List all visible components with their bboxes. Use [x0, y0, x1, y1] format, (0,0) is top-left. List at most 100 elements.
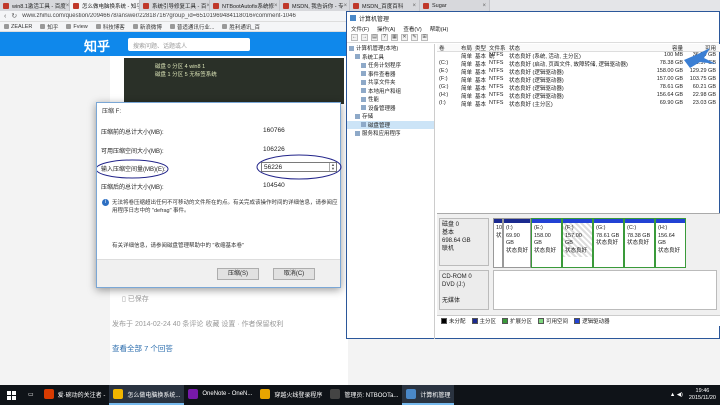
column-header[interactable]: 卷 [437, 44, 461, 51]
tree-item[interactable]: 性能 [347, 95, 434, 104]
table-row[interactable]: 简单基本NTFS状态良好 (系统, 活动, 主分区)100 MB36.59 GB [437, 52, 720, 60]
column-header[interactable]: 状态 [509, 44, 649, 51]
tree-item[interactable]: 服务和应用程序 [347, 129, 434, 138]
partition-block[interactable]: (E:) 158.00 GB 状态良好 [531, 218, 562, 268]
disk0-label[interactable]: 磁盘 0 基本 698.64 GB 联机 [439, 218, 489, 266]
table-row[interactable]: (I:) 简单 基本 NTFS 状态良好 (主分区) 69.90 GB 23.03 GB [437, 100, 720, 108]
browser-tab[interactable]: NTBootAutofix系统修 × [210, 0, 280, 11]
taskbar-item[interactable]: OneNote - OneN... [184, 385, 256, 405]
column-header[interactable]: 文件系统 [489, 44, 509, 60]
toolbar-button-icon[interactable]: ▦ [391, 34, 398, 41]
partition-block[interactable]: (C:) 78.38 GB 状态良好 [624, 218, 655, 268]
view-all-answers-link[interactable]: 查看全部 7 个回答 [112, 343, 173, 354]
tree-item[interactable]: 事件查看器 [347, 70, 434, 79]
partition-block[interactable]: (H:) 156.64 GB 状态良好 [655, 218, 686, 268]
tab-label: NTBootAutofix系统修 [222, 3, 274, 10]
back-icon[interactable]: ‹ [4, 13, 6, 20]
tree-item[interactable]: 共享文件夹 [347, 78, 434, 87]
taskbar-item[interactable]: 计算机管理 [402, 385, 455, 405]
toolbar-button-icon[interactable]: → [361, 34, 368, 41]
tree-item[interactable]: 系统工具 [347, 53, 434, 62]
toolbar-button-icon[interactable]: ⊞ [421, 34, 428, 41]
site-logo[interactable]: 知乎 [84, 36, 110, 55]
partition-block[interactable]: 10 状 [493, 218, 503, 268]
bookmark-item[interactable]: ZEALER [4, 24, 32, 30]
table-row[interactable]: (C:) 简单 基本 NTFS 状态良好 (启动, 页面文件, 故障转储, 逻辑驱动器)… [437, 60, 720, 68]
toolbar-button-icon[interactable]: ✎ [411, 34, 418, 41]
taskbar-item[interactable]: 爱·碗动的关注者 - [40, 385, 110, 405]
tab-label: MSDN_百度百科 [362, 3, 404, 10]
browser-tab[interactable]: win8.1激活工具 - 百度 × [0, 0, 70, 11]
bookmark-item[interactable]: Fview [66, 24, 88, 30]
table-cell: (E:) [439, 68, 448, 74]
taskbar-item[interactable]: 怎么做电脑换系统... [109, 385, 185, 405]
toolbar-button-icon[interactable]: ✕ [401, 34, 408, 41]
browser-tab[interactable]: 系统引导修复工具 - 百 × [140, 0, 210, 11]
shrink-amount-label: 输入压缩空间量(MB)(E): [101, 167, 166, 173]
toolbar-button-icon[interactable]: ← [351, 34, 358, 41]
table-row[interactable]: (H:) 简单 基本 NTFS 状态良好 (逻辑驱动器) 156.64 GB 22.98 G… [437, 92, 720, 100]
favicon-icon [353, 2, 359, 9]
partition-info: (I:) 69.90 GB 状态良好 [504, 223, 530, 257]
partition-name: (H:) [658, 225, 668, 231]
tree-item[interactable]: 任务计划程序 [347, 61, 434, 70]
browser-tab[interactable]: Sugar × [420, 0, 490, 11]
table-row[interactable]: (E:) 简单 基本 NTFS 状态良好 (逻辑驱动器) 158.00 GB 129.29 … [437, 68, 720, 76]
tree-item[interactable]: 设备管理器 [347, 104, 434, 113]
partition-block[interactable]: (G:) 78.61 GB 状态良好 [593, 218, 624, 268]
partition-info: 10 状 [494, 223, 502, 242]
menu-item[interactable]: 帮助(H) [430, 25, 449, 33]
partition-info: (G:) 78.61 GB 状态良好 [594, 223, 623, 250]
bookmark-item[interactable]: 新浪微博 [132, 23, 162, 31]
post-meta[interactable]: 发布于 2014-02-24 40 条评论 收藏 设置 · 作者保留权利 [112, 319, 284, 329]
column-header[interactable]: 容量 [649, 44, 683, 52]
taskbar-item[interactable]: 穿越火线登录程序 [256, 385, 326, 405]
column-header[interactable]: 布局 [461, 44, 475, 52]
tree-item[interactable]: 存储 [347, 112, 434, 121]
close-tab-icon[interactable]: × [344, 3, 348, 9]
partition-block[interactable]: (F:) 157.00 GB 状态良好 [562, 218, 593, 268]
spinner-icon[interactable]: ▲ ▼ [329, 163, 336, 171]
tree-item[interactable]: 磁盘管理 [347, 120, 434, 129]
toolbar-button-icon[interactable]: ? [381, 34, 388, 41]
browser-tab[interactable]: MSDN, 我告诉你 - 专 × [280, 0, 350, 11]
browser-tab[interactable]: MSDN_百度百科 × [350, 0, 420, 11]
bookmark-item[interactable]: 知乎 [40, 23, 58, 31]
tree-item[interactable]: 本地用户和组 [347, 87, 434, 96]
search-input[interactable]: 搜索问题、话题或人 [128, 38, 250, 51]
close-tab-icon[interactable]: × [274, 3, 278, 9]
url-text[interactable]: www.zhihu.com/question/20946678/answer/2… [22, 13, 296, 19]
cdrom-label[interactable]: CD-ROM 0 DVD (J:) 无媒体 [439, 270, 489, 310]
shrink-amount-input[interactable]: 56226 ▲ ▼ [261, 162, 337, 172]
browser-tab-strip: win8.1激活工具 - 百度×怎么做电脑换系统 - 知乎×系统引导修复工具 -… [0, 0, 720, 11]
tree-item-label: 事件查看器 [368, 71, 396, 78]
legend-item: 逻辑驱动器 [574, 317, 610, 325]
disk0-partitions: 10 状 (I:) 69.90 GB 状态良好 (E:) 158.00 GB 状态良好 (F:)… [493, 218, 717, 268]
close-tab-icon[interactable]: × [412, 3, 416, 9]
bookmark-item[interactable]: 普适通讯行业... [169, 23, 214, 31]
table-row[interactable]: (F:) 简单 基本 NTFS 状态良好 (逻辑驱动器) 157.00 GB 103.75 … [437, 76, 720, 84]
close-tab-icon[interactable]: × [66, 3, 69, 9]
volume-icon[interactable]: ◀) [677, 392, 683, 398]
tree-node-icon [361, 96, 366, 102]
clock[interactable]: 19:46 2015/11/20 [689, 388, 716, 402]
tree-item[interactable]: 计算机管理(本地) [347, 44, 434, 53]
partition-block[interactable]: (I:) 69.90 GB 状态良好 [503, 218, 531, 268]
menu-item[interactable]: 查看(V) [403, 25, 421, 33]
column-header[interactable]: 类型 [475, 44, 489, 52]
bookmark-item[interactable]: 胜利通讯_百 [222, 23, 260, 31]
menu-item[interactable]: 文件(F) [351, 25, 369, 33]
shrink-button[interactable]: 压缩(S) [217, 268, 259, 280]
task-view-button[interactable]: ▭ [22, 385, 40, 405]
refresh-icon[interactable]: ↻ [11, 12, 17, 20]
network-icon[interactable]: ▲ [670, 392, 675, 398]
taskbar-item[interactable]: 管理员: NTBOOTa... [326, 385, 402, 405]
toolbar-button-icon[interactable]: ▤ [371, 34, 378, 41]
menu-item[interactable]: 操作(A) [377, 25, 395, 33]
windows-start-button[interactable] [0, 385, 22, 405]
browser-tab[interactable]: 怎么做电脑换系统 - 知乎× [70, 0, 140, 11]
close-tab-icon[interactable]: × [482, 3, 486, 9]
table-row[interactable]: (G:) 简单 基本 NTFS 状态良好 (逻辑驱动器) 78.61 GB 60.21 GB [437, 84, 720, 92]
cancel-button[interactable]: 取消(C) [273, 268, 315, 280]
bookmark-item[interactable]: 科技博客 [95, 23, 125, 31]
